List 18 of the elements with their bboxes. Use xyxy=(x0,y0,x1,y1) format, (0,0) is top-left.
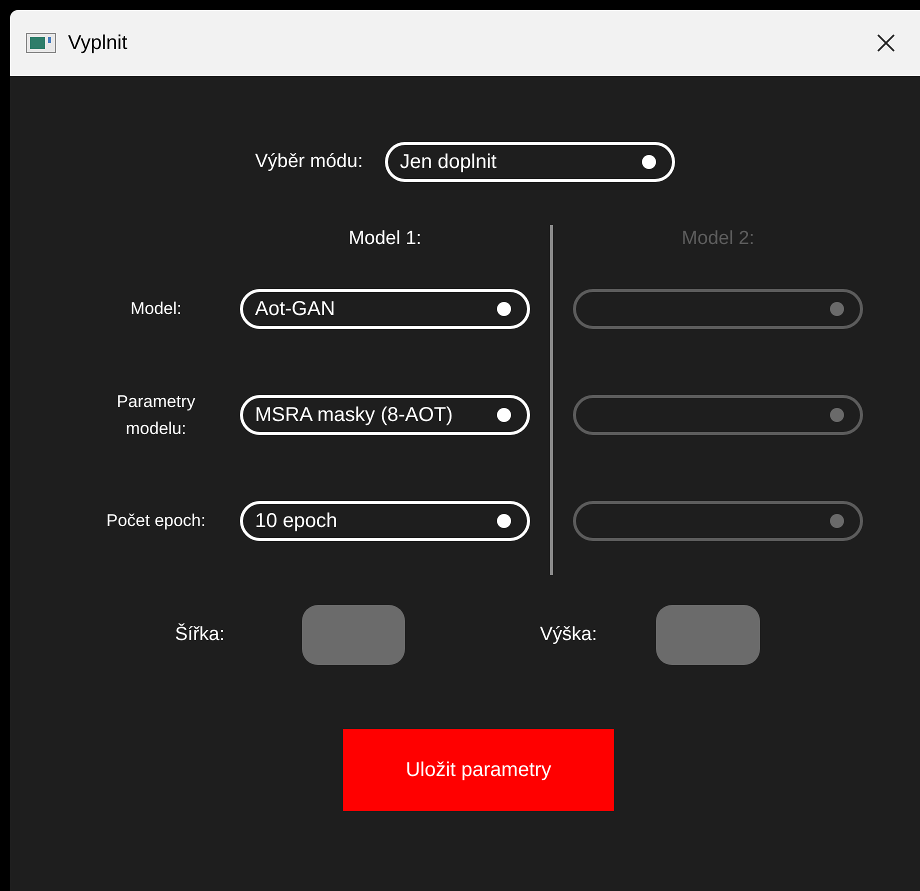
close-icon[interactable] xyxy=(876,33,896,53)
size-label: Šířka: xyxy=(175,622,226,647)
input-field[interactable] xyxy=(302,605,405,665)
window-title: Vyplnit xyxy=(68,31,128,56)
app-icon xyxy=(26,33,56,53)
size-label: Výška: xyxy=(540,622,598,647)
dropdown[interactable]: 10 epoch xyxy=(240,501,530,541)
column-header: Model 2: xyxy=(682,227,754,251)
save-button[interactable]: Uložit parametry xyxy=(343,729,614,811)
dropdown[interactable]: MSRA masky (8-AOT) xyxy=(240,395,530,435)
column-header: Model 1: xyxy=(348,227,422,251)
field-label: Počet epoch: xyxy=(105,510,207,532)
dropdown[interactable]: Jen doplnit xyxy=(384,142,675,182)
field-label: Model: xyxy=(129,298,183,320)
field-label: Parametry modelu: xyxy=(116,390,196,440)
mode-label: Výběr módu: xyxy=(255,150,363,174)
dropdown[interactable]: Aot-GAN xyxy=(240,289,530,329)
input-field[interactable] xyxy=(656,605,760,665)
